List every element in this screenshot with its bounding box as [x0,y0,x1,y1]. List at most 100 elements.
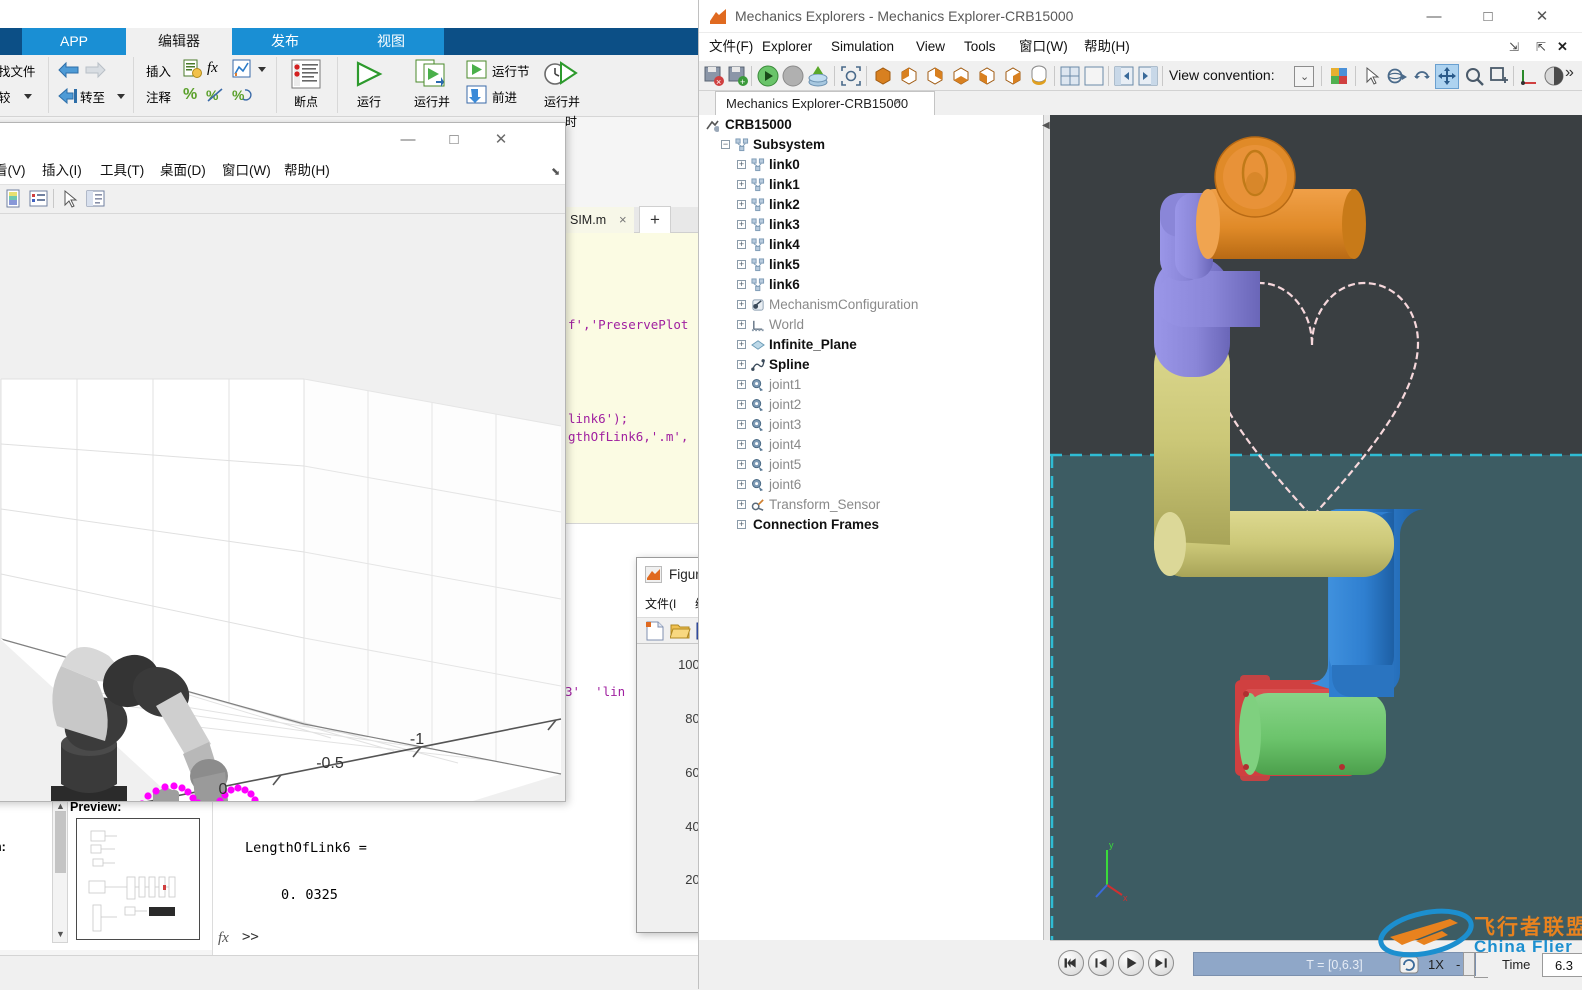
preview-scrollbar[interactable]: ▲ ▼ [52,798,68,943]
new-figure-icon[interactable] [645,621,665,641]
fx-icon[interactable]: fx [207,60,218,77]
mech-menu-simulation[interactable]: Simulation [831,33,894,61]
compare-label[interactable]: 较 [0,87,11,106]
goto-label[interactable]: 转至 [80,87,105,106]
ribbon-tab-editor[interactable]: 编辑器 [126,28,232,55]
ribbon-tab-view[interactable]: 视图 [338,28,444,55]
legend-icon[interactable] [29,189,48,208]
time-value-input[interactable]: 6.3 [1542,953,1582,977]
advance-icon[interactable] [466,85,488,105]
run-and-advance-icon[interactable] [415,59,447,89]
figure1-titlebar[interactable]: — □ ✕ [0,123,565,156]
back-view-icon[interactable] [924,65,946,87]
figure2-menu-file[interactable]: 文件(I [645,591,676,617]
tree-expand-icon[interactable]: + [737,340,746,349]
tree-expand-icon[interactable]: + [737,300,746,309]
run-icon[interactable] [352,60,386,88]
left-view-icon[interactable] [950,65,972,87]
comment-percent-icon[interactable]: % [183,86,197,104]
background-color-icon[interactable] [1329,66,1350,87]
figure1-menu-view[interactable]: 看(V) [0,156,26,185]
run-section-label[interactable]: 运行节 [492,61,530,80]
wrap-comment-icon[interactable]: % [232,86,252,104]
tree-expand-icon[interactable]: + [737,220,746,229]
tree-expand-icon[interactable]: + [737,420,746,429]
frame-axes-icon[interactable] [1519,66,1539,87]
run-label[interactable]: 运行 [350,93,388,110]
skip-back-icon[interactable] [1058,950,1084,976]
tree-expand-icon[interactable]: + [737,460,746,469]
mech-panel-close-icon[interactable]: ✕ [1557,33,1568,61]
iso-view-icon[interactable] [872,65,894,87]
mech-menu-tools[interactable]: Tools [964,33,996,61]
advance-label[interactable]: 前进 [492,87,517,106]
breakpoint-label[interactable]: 断点 [286,93,326,110]
breakpoint-icon[interactable] [290,58,322,90]
mechanics-explorer-titlebar[interactable]: Mechanics Explorers - Mechanics Explorer… [699,0,1582,33]
mech-menu-file[interactable]: 文件(F) [709,33,753,61]
editor-tab-close-icon[interactable]: × [619,212,627,227]
find-files-label[interactable]: 找文件 [0,61,36,80]
uncomment-icon[interactable]: % [206,86,226,104]
bottom-view-icon[interactable] [1028,65,1050,87]
loop-icon[interactable] [1398,954,1420,976]
fit-to-view-icon[interactable] [840,65,862,87]
figure1-close-button[interactable]: ✕ [478,123,524,156]
compare-chevron-down-icon[interactable] [24,94,32,99]
right-view-icon[interactable] [976,65,998,87]
mechanics-maximize-button[interactable]: □ [1461,0,1515,33]
ribbon-tab-publish[interactable]: 发布 [232,28,338,55]
tree-expand-icon[interactable]: + [737,240,746,249]
tree-expand-icon[interactable]: + [737,320,746,329]
rotate-icon[interactable] [1386,66,1408,87]
mech-undock-icon[interactable]: ⇲ [1509,33,1519,61]
tree-expand-icon[interactable]: + [737,280,746,289]
pointer-icon[interactable] [61,189,80,208]
figure1-menu-insert[interactable]: 插入(I) [42,156,82,185]
dock-left-icon[interactable] [1114,66,1134,86]
toolbar-overflow-icon[interactable]: » [1565,64,1574,82]
top-view-icon[interactable] [1002,65,1024,87]
mech-menu-help[interactable]: 帮助(H) [1084,33,1130,61]
tree-expand-icon[interactable]: + [737,180,746,189]
goto-icon[interactable] [58,87,78,105]
mech-menu-explorer[interactable]: Explorer [762,33,812,61]
insert-chart-icon[interactable] [232,59,252,79]
figure1-menu-overflow-icon[interactable]: ⬊ [551,165,560,178]
pan-rotate-icon[interactable] [1412,66,1432,87]
insert-script-icon[interactable] [182,59,202,79]
mech-menu-view[interactable]: View [916,33,945,61]
dock-right-icon[interactable] [1138,66,1158,86]
step-forward-icon[interactable] [1148,950,1174,976]
run-and-advance-label[interactable]: 运行并 [408,93,456,110]
back-arrow-icon[interactable] [58,61,80,79]
goto-chevron-down-icon[interactable] [117,94,125,99]
view-convention-dropdown[interactable]: ⌄ [1294,66,1314,87]
tree-expand-icon[interactable]: + [737,480,746,489]
tree-expand-icon[interactable]: + [737,200,746,209]
tree-expand-icon[interactable]: + [737,160,746,169]
open-file-icon[interactable] [670,621,691,641]
mechanics-close-button[interactable]: ✕ [1515,0,1569,33]
mechanics-explorer-tab-close-icon[interactable]: × [894,94,902,109]
comment-label[interactable]: 注释 [146,87,171,106]
figure1-menu-tools[interactable]: 工具(T) [100,156,144,185]
figure1-plot-canvas[interactable]: 0 0.5 1 1 0.5 0 -0.5 -1 Y X [0,214,565,801]
single-view-icon[interactable] [1084,66,1104,86]
insert-label[interactable]: 插入 [146,61,171,80]
tree-expand-icon[interactable]: + [737,360,746,369]
shading-icon[interactable] [1543,65,1565,87]
figure1-menu-desktop[interactable]: 桌面(D) [160,156,206,185]
run-section-icon[interactable] [466,60,488,80]
insert-chevron-down-icon[interactable] [258,67,266,72]
tree-expand-icon[interactable]: + [737,520,746,529]
pan-icon[interactable] [1437,66,1458,87]
play-icon[interactable] [1118,950,1144,976]
figure1-menu-window[interactable]: 窗口(W) [222,156,271,185]
figure1-maximize-button[interactable]: □ [431,123,477,156]
save-config-icon[interactable]: × [703,65,725,87]
run-and-time-icon[interactable] [544,59,578,89]
mechanics-minimize-button[interactable]: — [1407,0,1461,33]
command-prompt[interactable]: >> [242,929,259,945]
command-window[interactable]: LengthOfLink6 = 0. 0325 [212,795,700,955]
